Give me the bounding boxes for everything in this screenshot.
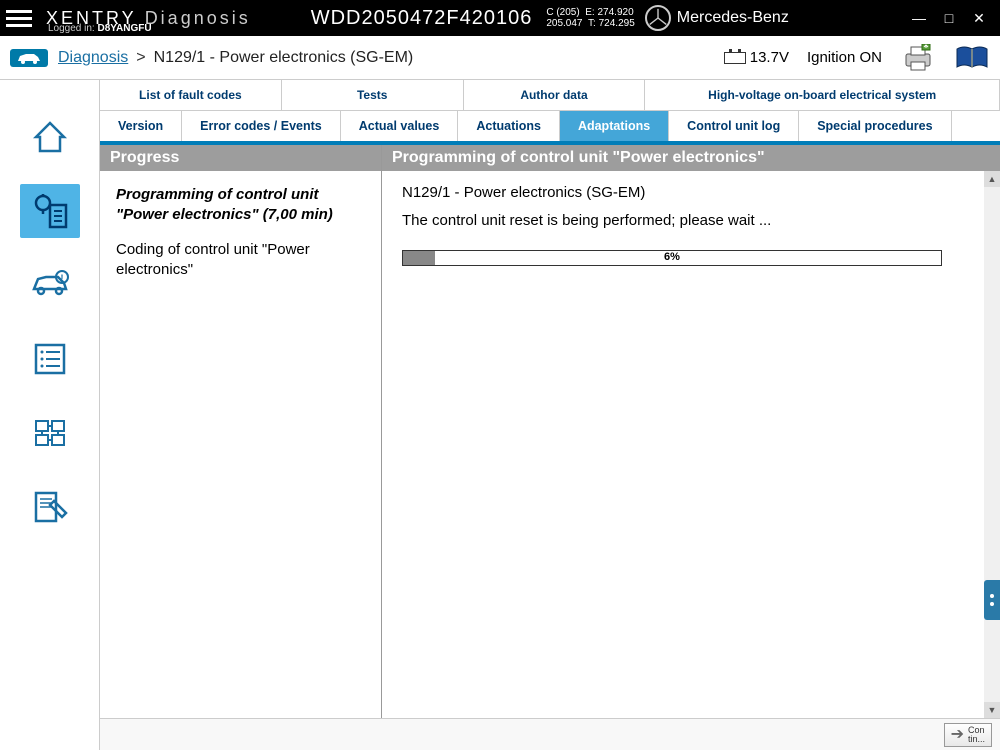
print-button[interactable] [900,43,936,73]
tab-tests[interactable]: Tests [282,80,464,110]
scrollbar[interactable]: ▲ ▼ [984,171,1000,718]
tab-actual-values[interactable]: Actual values [341,111,459,141]
breadcrumb-current: N129/1 - Power electronics (SG-EM) [154,49,414,67]
tab-actuations[interactable]: Actuations [458,111,560,141]
scroll-down-icon[interactable]: ▼ [984,702,1000,718]
rail-docs-tools[interactable] [20,480,80,534]
menu-button[interactable] [6,10,36,27]
breadcrumb-root[interactable]: Diagnosis [58,49,128,67]
breadcrumb-bar: Diagnosis > N129/1 - Power electronics (… [0,36,1000,80]
tab-author-data[interactable]: Author data [464,80,646,110]
progress-step-next: Coding of control unit "Power electronic… [116,240,365,281]
model-info: C (205) E: 274.920 205.047 T: 724.295 [546,7,634,29]
progress-panel: Progress Programming of control unit "Po… [100,145,382,718]
breadcrumb: Diagnosis > N129/1 - Power electronics (… [58,49,413,67]
rail-vehicle-faults[interactable]: ! [20,258,80,312]
tab-row-lower: Version Error codes / Events Actual valu… [100,111,1000,145]
battery-status: 13.7V [724,49,789,66]
continue-button[interactable]: ➔ Con tin... [944,723,992,747]
logged-in-label: Logged in: D8YANGFU [48,23,152,34]
help-book-button[interactable] [954,43,990,73]
tab-adaptations[interactable]: Adaptations [560,111,669,141]
detail-panel-title: Programming of control unit "Power elect… [382,145,1000,171]
detail-line-1: N129/1 - Power electronics (SG-EM) [402,183,980,203]
left-rail: ! [0,80,100,750]
progress-bar: 6% [402,250,942,266]
rail-list[interactable] [20,332,80,386]
breadcrumb-sep: > [136,49,145,67]
detail-panel: Programming of control unit "Power elect… [382,145,1000,718]
side-flyout-tab[interactable] [984,580,1000,620]
close-button[interactable]: ✕ [964,6,994,30]
arrow-right-icon: ➔ [951,727,964,743]
progress-bar-label: 6% [403,251,941,265]
svg-text:!: ! [60,273,63,283]
rail-modules[interactable] [20,406,80,460]
vin-text: WDD2050472F420106 [311,7,533,30]
app-header: XENTRY Diagnosis Logged in: D8YANGFU WDD… [0,0,1000,36]
maximize-button[interactable]: □ [934,6,964,30]
footer-bar: ➔ Con tin... [100,718,1000,750]
mercedes-star-icon [645,5,671,31]
rail-home[interactable] [20,110,80,164]
detail-line-2: The control unit reset is being performe… [402,211,980,231]
progress-panel-title: Progress [100,145,381,171]
scroll-up-icon[interactable]: ▲ [984,171,1000,187]
tab-version[interactable]: Version [100,111,182,141]
progress-step-active: Programming of control unit "Power elect… [116,185,365,226]
rail-diagnosis[interactable] [20,184,80,238]
vehicle-chip-icon[interactable] [10,49,48,67]
tab-special-proc[interactable]: Special procedures [799,111,951,141]
minimize-button[interactable]: — [904,6,934,30]
ignition-status: Ignition ON [807,49,882,66]
brand-logo: Mercedes-Benz [645,5,789,31]
window-controls: — □ ✕ [904,6,994,30]
tab-hv-system[interactable]: High-voltage on-board electrical system [645,80,1000,110]
tab-fault-codes[interactable]: List of fault codes [100,80,282,110]
tab-cu-log[interactable]: Control unit log [669,111,799,141]
tab-error-codes[interactable]: Error codes / Events [182,111,341,141]
battery-icon [724,52,746,64]
tab-row-upper: List of fault codes Tests Author data Hi… [100,80,1000,111]
